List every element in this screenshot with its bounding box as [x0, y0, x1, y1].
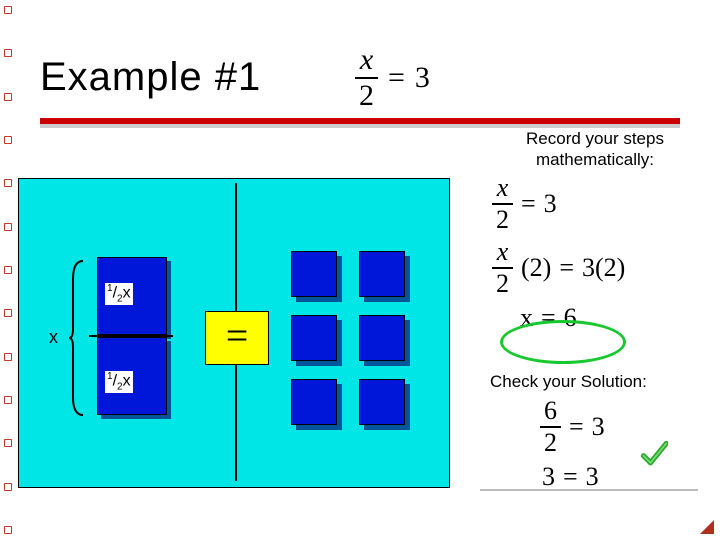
eq-rhs: 3: [415, 61, 430, 95]
verify-2: 3 = 3: [542, 462, 605, 492]
x-bar-label: x: [49, 327, 58, 348]
equals-tile: =: [205, 311, 269, 365]
algebra-tile-mat: x 1/2x 1/2x =: [18, 178, 450, 488]
eq-equals: =: [388, 61, 405, 95]
bracket-icon: [69, 259, 87, 417]
unit-tile: [359, 379, 405, 425]
step-1: x 2 = 3: [492, 175, 625, 233]
half-x-label-bottom: 1/2x: [105, 371, 133, 393]
check-icon: [640, 440, 668, 468]
footer-rule: [480, 489, 698, 491]
left-dot-rail: [4, 0, 12, 540]
verify-1: 6 2 = 3: [540, 398, 605, 456]
slide-title: Example #1: [40, 55, 261, 100]
x-tile-split-line: [89, 335, 173, 337]
answer-highlight-circle: [500, 320, 626, 364]
title-equation: x 2 = 3: [355, 45, 430, 111]
verification-steps: 6 2 = 3 3 = 3: [540, 398, 605, 498]
check-solution-label: Check your Solution:: [490, 372, 647, 392]
step-2: x 2 (2) = 3(2): [492, 239, 625, 297]
eq-numerator: x: [356, 45, 377, 75]
record-steps-label: Record your steps mathematically:: [490, 128, 700, 171]
unit-tile: [291, 315, 337, 361]
unit-tile: [291, 251, 337, 297]
solution-steps: x 2 = 3 x 2 (2) = 3(2) x = 6: [492, 175, 625, 339]
unit-tile: [291, 379, 337, 425]
unit-tile: [359, 315, 405, 361]
corner-accent-icon: [700, 520, 714, 534]
eq-denominator: 2: [355, 81, 378, 111]
unit-tile: [359, 251, 405, 297]
half-x-label-top: 1/2x: [105, 283, 133, 305]
